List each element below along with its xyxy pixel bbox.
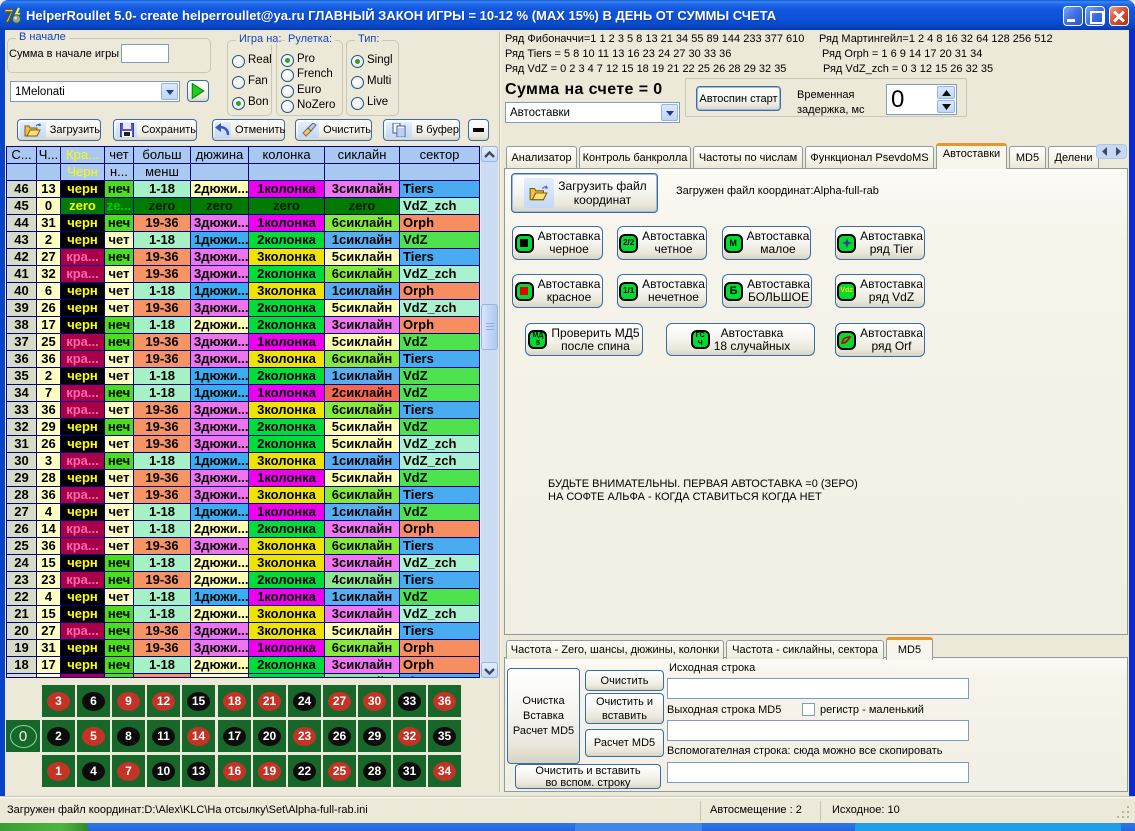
svg-text:7: 7 [5, 6, 14, 25]
